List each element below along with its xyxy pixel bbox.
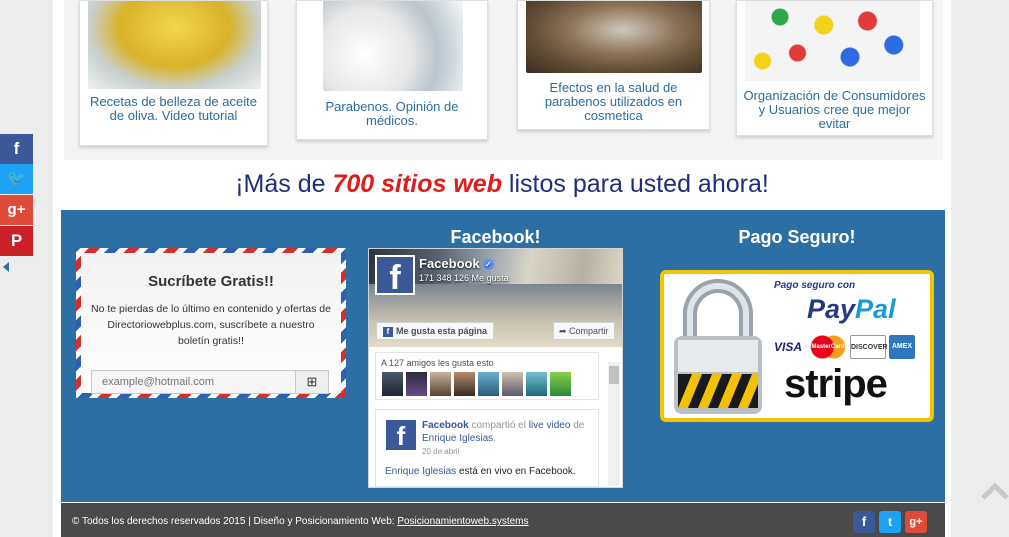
facebook-widget-title: Facebook!: [450, 227, 541, 247]
article-card[interactable]: Parabenos. Opinión de médicos.: [296, 0, 488, 140]
post-action: compartió el: [471, 420, 526, 431]
padlock-icon: [674, 279, 762, 414]
paypal-logo: PayPal: [807, 294, 896, 325]
cotton-bottle-image[interactable]: [323, 1, 463, 91]
article-card[interactable]: Organización de Consumidores y Usuarios …: [736, 0, 933, 136]
related-articles: Recetas de belleza de aceite de oliva. V…: [64, 0, 943, 160]
article-title[interactable]: Organización de Consumidores y Usuarios …: [743, 89, 926, 131]
friends-like-label: A 127 amigos les gusta esto: [381, 358, 494, 368]
paypal-part2: Pal: [855, 294, 896, 324]
copyright-text: © Todos los derechos reservados 2015 | D…: [72, 516, 398, 527]
share-pinterest-button[interactable]: P: [0, 226, 33, 256]
footer-copyright: © Todos los derechos reservados 2015 | D…: [72, 516, 529, 527]
article-title[interactable]: Parabenos. Opinión de médicos.: [303, 100, 481, 128]
post-author[interactable]: Facebook: [422, 420, 469, 431]
share-twitter-button[interactable]: 🐦: [0, 164, 33, 194]
accepted-cards: VISA MasterCard DISCOVER AMEX: [770, 335, 915, 359]
paypal-part1: Pay: [807, 294, 856, 324]
post-source-link[interactable]: Enrique Iglesias: [422, 433, 493, 444]
scrollbar-thumb[interactable]: [609, 366, 619, 384]
headline-post: listos para usted ahora!: [501, 170, 769, 198]
avatar[interactable]: [550, 372, 571, 396]
facebook-page-plugin: f Facebook ✓ 171 348 126 Me gusta f Me gus…: [368, 248, 623, 488]
facebook-post: f Facebook compartió el live video de En…: [375, 409, 599, 487]
newsletter-panel: Sucríbete Gratis!! No te pierdas de lo ú…: [81, 253, 341, 394]
article-title[interactable]: Recetas de belleza de aceite de oliva. V…: [86, 95, 261, 123]
article-card[interactable]: Efectos en la salud de parabenos utiliza…: [517, 0, 710, 130]
article-title[interactable]: Efectos en la salud de parabenos utiliza…: [524, 81, 703, 123]
newsletter-widget: Sucríbete Gratis!! No te pierdas de lo ú…: [76, 248, 346, 398]
post-live-video-link[interactable]: live video: [529, 420, 571, 431]
avatar[interactable]: [526, 372, 547, 396]
post-body: Enrique Iglesias está en vivo en Faceboo…: [385, 466, 576, 477]
share-button-label: Compartir: [569, 326, 609, 336]
facebook-like-button[interactable]: f Me gusta esta página: [376, 322, 495, 340]
facebook-logo-icon[interactable]: f: [375, 255, 415, 297]
post-header: Facebook compartió el live video de Enri…: [422, 420, 585, 444]
twitter-icon[interactable]: t: [879, 511, 901, 533]
headline-highlight: 700 sitios web: [332, 170, 502, 198]
like-button-label: Me gusta esta página: [396, 326, 488, 336]
plus-icon: ⊞: [306, 374, 318, 389]
avatar[interactable]: [406, 372, 427, 396]
facebook-like-count: 171 348 126 Me gusta: [419, 273, 509, 283]
footer-widgets: Sucríbete Gratis!! No te pierdas de lo ú…: [61, 210, 945, 502]
page-content: Recetas de belleza de aceite de oliva. V…: [53, 0, 951, 537]
facebook-scrollbar[interactable]: [608, 362, 620, 486]
promo-headline: ¡Más de 700 sitios web listos para usted…: [53, 170, 951, 199]
share-facebook-button[interactable]: f: [0, 134, 33, 164]
facebook-cover-image[interactable]: f Facebook ✓ 171 348 126 Me gusta f Me gus…: [369, 249, 622, 347]
avatar[interactable]: [382, 372, 403, 396]
visa-logo: VISA: [773, 340, 802, 354]
newsletter-description: No te pierdas de lo último en contenido …: [91, 303, 331, 347]
footer-bar: © Todos los derechos reservados 2015 | D…: [61, 503, 945, 537]
avatar[interactable]: [478, 372, 499, 396]
post-author-logo-icon[interactable]: f: [386, 420, 416, 451]
avatar[interactable]: [430, 372, 451, 396]
post-prep: de: [573, 420, 585, 431]
avatar[interactable]: [454, 372, 475, 396]
friends-avatars: [382, 372, 571, 396]
avatar[interactable]: [502, 372, 523, 396]
newsletter-email-input[interactable]: [91, 370, 295, 394]
share-google-plus-button[interactable]: g+: [0, 195, 33, 225]
mastercard-logo: MasterCard: [809, 335, 847, 359]
verified-badge-icon: ✓: [482, 259, 494, 271]
stripe-logo: stripe: [784, 362, 888, 406]
post-body-link[interactable]: Enrique Iglesias: [385, 466, 456, 477]
eggs-nest-image[interactable]: [526, 1, 702, 73]
colored-shapes-image[interactable]: [745, 1, 920, 81]
newsletter-title: Sucríbete Gratis!!: [148, 273, 274, 290]
post-date[interactable]: 20 de abril: [422, 447, 459, 456]
facebook-small-icon: f: [383, 327, 393, 337]
page-name-text[interactable]: Facebook: [419, 256, 480, 271]
payment-heading: Pago seguro con: [774, 280, 856, 291]
post-body-text: está en vivo en Facebook.: [458, 466, 576, 477]
share-bar-collapse-icon[interactable]: [3, 262, 9, 272]
payment-widget-title: Pago Seguro!: [738, 227, 856, 247]
google-plus-icon[interactable]: g+: [905, 511, 927, 533]
amex-logo: AMEX: [889, 335, 915, 359]
newsletter-submit-button[interactable]: ⊞: [295, 370, 329, 394]
footer-credit-link[interactable]: Posicionamientoweb.systems: [397, 516, 528, 527]
facebook-friends-box: A 127 amigos les gusta esto: [375, 352, 599, 400]
article-card[interactable]: Recetas de belleza de aceite de oliva. V…: [79, 0, 268, 146]
facebook-page-name[interactable]: Facebook ✓: [419, 256, 494, 271]
scroll-to-top-icon[interactable]: [981, 482, 1009, 502]
headline-pre: ¡Más de: [235, 170, 333, 198]
share-arrow-icon: ➦: [559, 326, 570, 336]
secure-payment-badge: Pago seguro con PayPal VISA MasterCard D…: [660, 270, 934, 422]
olive-oil-image[interactable]: [88, 1, 261, 89]
facebook-icon[interactable]: f: [853, 511, 875, 533]
facebook-share-button[interactable]: ➦ Compartir: [553, 322, 615, 340]
discover-logo: DISCOVER: [850, 335, 888, 359]
